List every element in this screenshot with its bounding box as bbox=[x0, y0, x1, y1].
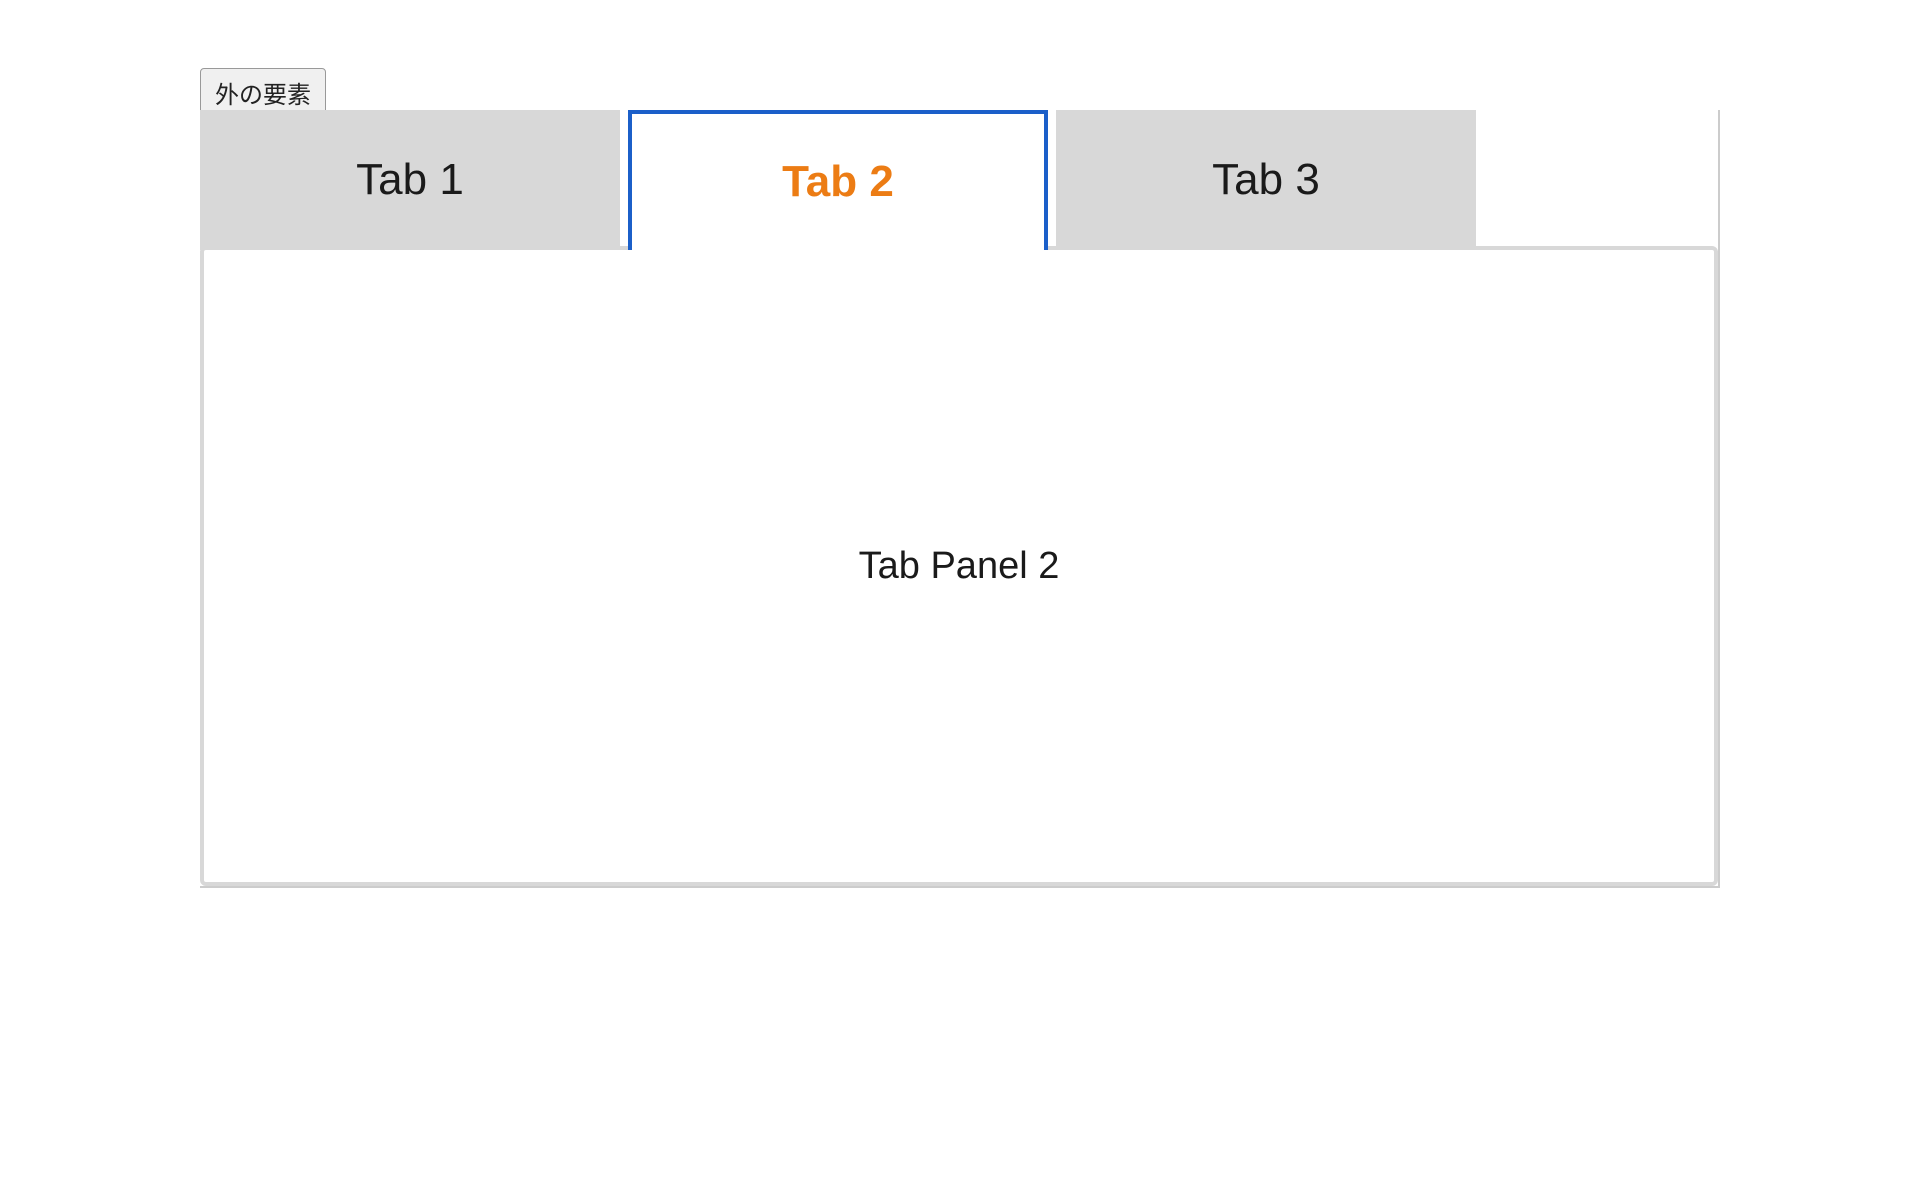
tab-demo-container: 外の要素 Tab 1 Tab 2 Tab 3 Tab Panel 2 bbox=[200, 110, 1720, 888]
tab-1[interactable]: Tab 1 bbox=[200, 110, 620, 250]
tab-list: Tab 1 Tab 2 Tab 3 bbox=[200, 110, 1718, 250]
tab-2[interactable]: Tab 2 bbox=[628, 110, 1048, 250]
tab-panel-content: Tab Panel 2 bbox=[859, 545, 1060, 588]
tab-wrapper: Tab 1 Tab 2 Tab 3 Tab Panel 2 bbox=[200, 110, 1718, 886]
tab-panel: Tab Panel 2 bbox=[200, 246, 1718, 886]
tab-3[interactable]: Tab 3 bbox=[1056, 110, 1476, 250]
